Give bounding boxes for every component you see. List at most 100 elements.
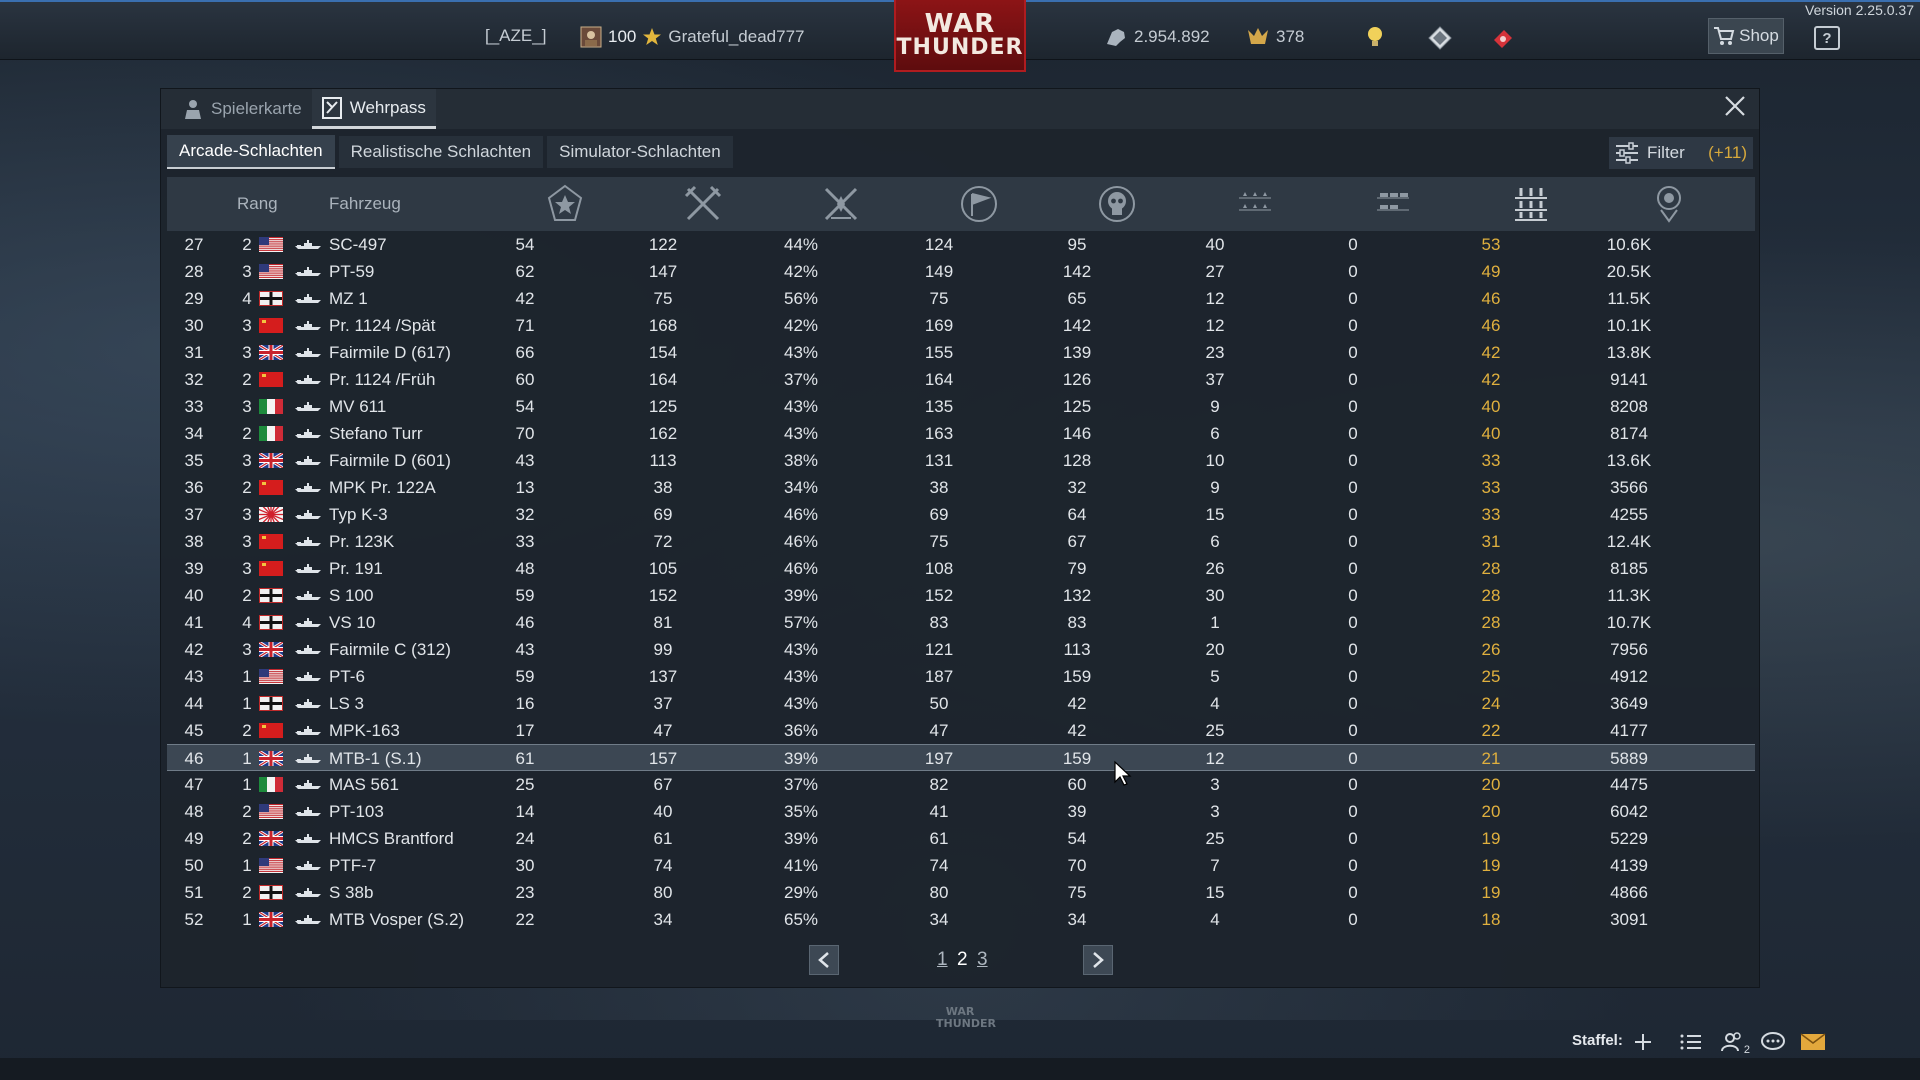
- table-row[interactable]: 39 3 Pr. 191 48 105 46% 108 79 26 0 28 8185: [167, 555, 1755, 582]
- respawns-cell: 37: [653, 694, 673, 713]
- next-page-button[interactable]: [1083, 945, 1113, 975]
- help-button[interactable]: ?: [1814, 26, 1840, 50]
- air-kills-cell: 4: [1210, 694, 1220, 713]
- missions-cell: 164: [924, 370, 954, 389]
- table-row[interactable]: 36 2 MPK Pr. 122A 13 38 34% 38 32 9 0 33 3566: [167, 474, 1755, 501]
- row-number: 32: [184, 370, 204, 389]
- friends-icon[interactable]: 2: [1720, 1030, 1750, 1056]
- tab-simulator-battles[interactable]: Simulator-Schlachten: [547, 136, 733, 168]
- page-1-link[interactable]: 1: [937, 949, 948, 971]
- page-3-link[interactable]: 3: [977, 949, 988, 971]
- pagination: 1 2 3: [161, 941, 1761, 981]
- table-row[interactable]: 32 2 Pr. 1124 /Früh 60 164 37% 164 126 37 0 42 9141: [167, 366, 1755, 393]
- activity-cell: 20.5K: [1606, 262, 1652, 281]
- vehicle-rank: 3: [242, 397, 252, 416]
- boat-class-icon: [295, 375, 321, 384]
- table-row[interactable]: 30 3 Pr. 1124 /Spät 71 168 42% 169 142 12 0 46 10.1…: [167, 312, 1755, 339]
- squadron-tag[interactable]: [_AZE_]: [485, 26, 546, 46]
- victories-percent-icon[interactable]: [821, 184, 861, 224]
- table-row[interactable]: 48 2 PT-103 14 40 35% 41 39 3 0 20 6042: [167, 798, 1755, 825]
- table-row[interactable]: 42 3 Fairmile C (312) 43 99 43% 121 113 20 0 26 795…: [167, 636, 1755, 663]
- nation-flag-icon: [259, 912, 283, 927]
- vehicle-rank: 1: [242, 749, 252, 768]
- lightbulb-icon[interactable]: [1366, 26, 1384, 48]
- table-row[interactable]: 28 3 PT-59 62 147 42% 149 142 27 0 49 20.5K: [167, 258, 1755, 285]
- ground-kills-cell: 0: [1348, 289, 1358, 308]
- shop-button[interactable]: Shop: [1708, 18, 1784, 54]
- vehicle-rank: 1: [242, 910, 252, 929]
- vehicle-rank: 2: [242, 235, 252, 254]
- deaths-icon[interactable]: [1097, 184, 1137, 224]
- activity-icon[interactable]: [1649, 184, 1689, 224]
- header-rank[interactable]: Rang: [237, 194, 278, 214]
- vehicle-name: VS 10: [329, 613, 376, 632]
- table-row[interactable]: 38 3 Pr. 123K 33 72 46% 75 67 6 0 31 12.4K: [167, 528, 1755, 555]
- victories-percent-cell: 43%: [783, 424, 819, 443]
- crate-icon[interactable]: [1428, 26, 1452, 50]
- player-profile[interactable]: 100 Grateful_dead777: [580, 26, 804, 48]
- deaths-cell: 142: [1062, 262, 1092, 281]
- victories-percent-cell: 56%: [783, 289, 819, 308]
- vehicle-rank: 3: [242, 262, 252, 281]
- table-row[interactable]: 50 1 PTF-7 30 74 41% 74 70 7 0 19 4139: [167, 852, 1755, 879]
- boat-class-icon: [295, 510, 321, 519]
- victories-percent-cell: 46%: [783, 559, 819, 578]
- vehicle-rank: 1: [242, 667, 252, 686]
- activity-cell: 13.8K: [1606, 343, 1652, 362]
- missions-cell: 121: [924, 640, 954, 659]
- table-row[interactable]: 27 2 SC-497 54 122 44% 124 95 40 0 53 10.6K: [167, 231, 1755, 258]
- silver-lions-balance[interactable]: 2.954.892: [1104, 26, 1210, 48]
- boat-class-icon: [295, 861, 321, 870]
- vehicle-rank: 2: [242, 478, 252, 497]
- golden-eagles-balance[interactable]: 378: [1246, 26, 1304, 48]
- tab-service-record[interactable]: Wehrpass: [311, 89, 436, 129]
- tab-label: Wehrpass: [349, 97, 426, 117]
- war-thunder-logo[interactable]: WAR THUNDER: [894, 0, 1026, 72]
- coupon-icon[interactable]: [1490, 26, 1516, 50]
- tab-player-card[interactable]: Spielerkarte: [173, 89, 312, 129]
- table-row[interactable]: 34 2 Stefano Turr 70 162 43% 163 146 6 0 40 8174: [167, 420, 1755, 447]
- respawns-icon[interactable]: [683, 184, 723, 224]
- prev-page-button[interactable]: [809, 945, 839, 975]
- completed-missions-icon[interactable]: [959, 184, 999, 224]
- filter-button[interactable]: Filter (+11): [1609, 137, 1753, 169]
- table-row[interactable]: 33 3 MV 611 54 125 43% 135 125 9 0 40 8208: [167, 393, 1755, 420]
- table-row[interactable]: 43 1 PT-6 59 137 43% 187 159 5 0 25 4912: [167, 663, 1755, 690]
- battles-cell: 42: [515, 289, 535, 308]
- table-row[interactable]: 52 1 MTB Vosper (S.2) 22 34 65% 34 34 4 0 18 3091: [167, 906, 1755, 933]
- vehicle-name: LS 3: [329, 694, 364, 713]
- kills-ground-icon[interactable]: [1373, 184, 1413, 224]
- battles-cell: 33: [515, 532, 535, 551]
- ground-kills-cell: 0: [1348, 586, 1358, 605]
- table-row[interactable]: 37 3 Typ K-3 32 69 46% 69 64 15 0 33 4255: [167, 501, 1755, 528]
- tab-arcade-battles[interactable]: Arcade-Schlachten: [167, 135, 335, 169]
- battles-cell: 32: [515, 505, 535, 524]
- table-row[interactable]: 46 1 MTB-1 (S.1) 61 157 39% 197 159 12 0 21 5889: [167, 744, 1755, 771]
- kills-air-icon[interactable]: [1235, 184, 1275, 224]
- list-icon[interactable]: [1678, 1030, 1704, 1054]
- vehicle-name: MTB-1 (S.1): [329, 749, 422, 768]
- friends-count-badge: 2: [1743, 1044, 1750, 1056]
- boat-class-icon: [295, 645, 321, 654]
- chat-icon[interactable]: [1760, 1030, 1786, 1054]
- table-row[interactable]: 47 1 MAS 561 25 67 37% 82 60 3 0 20 4475: [167, 771, 1755, 798]
- kills-naval-icon[interactable]: [1511, 184, 1551, 224]
- header-vehicle[interactable]: Fahrzeug: [329, 194, 401, 214]
- add-squad-member-icon[interactable]: [1630, 1030, 1656, 1054]
- vehicle-stats-table: Rang Fahrzeug 27 2 SC-497 54 122 44% 124 95 40 0 5…: [167, 177, 1755, 933]
- row-number: 37: [184, 505, 204, 524]
- mail-icon[interactable]: [1800, 1030, 1826, 1054]
- table-row[interactable]: 40 2 S 100 59 152 39% 152 132 30 0 28 11.3K: [167, 582, 1755, 609]
- close-icon[interactable]: [1721, 95, 1749, 123]
- victories-percent-cell: 44%: [783, 235, 819, 254]
- tab-realistic-battles[interactable]: Realistische Schlachten: [338, 136, 544, 168]
- table-row[interactable]: 51 2 S 38b 23 80 29% 80 75 15 0 19 4866: [167, 879, 1755, 906]
- table-row[interactable]: 49 2 HMCS Brantford 24 61 39% 61 54 25 0 19 5229: [167, 825, 1755, 852]
- table-row[interactable]: 35 3 Fairmile D (601) 43 113 38% 131 128 10 0 33 13…: [167, 447, 1755, 474]
- table-row[interactable]: 41 4 VS 10 46 81 57% 83 83 1 0 28 10.7K: [167, 609, 1755, 636]
- table-row[interactable]: 45 2 MPK-163 17 47 36% 47 42 25 0 22 4177: [167, 717, 1755, 744]
- battles-icon[interactable]: [545, 184, 585, 224]
- table-row[interactable]: 29 4 MZ 1 42 75 56% 75 65 12 0 46 11.5K: [167, 285, 1755, 312]
- table-row[interactable]: 44 1 LS 3 16 37 43% 50 42 4 0 24 3649: [167, 690, 1755, 717]
- table-row[interactable]: 31 3 Fairmile D (617) 66 154 43% 155 139 23 0 42 13…: [167, 339, 1755, 366]
